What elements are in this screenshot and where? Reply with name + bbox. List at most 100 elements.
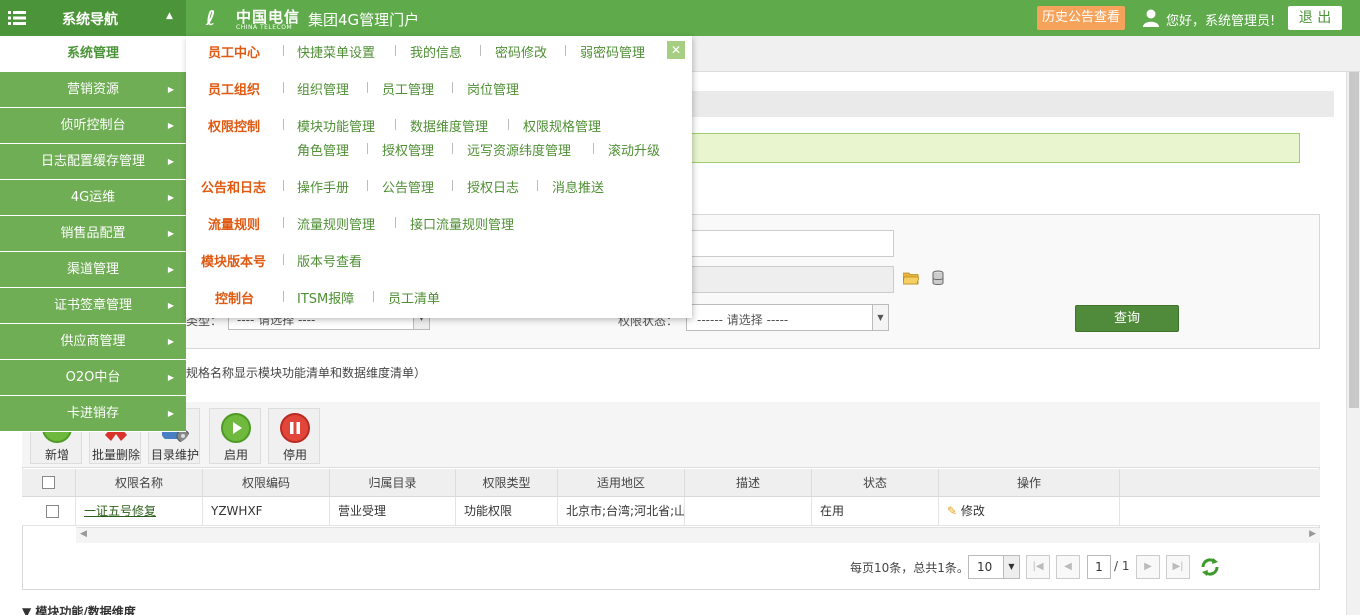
close-icon[interactable]: ✕ bbox=[667, 41, 685, 59]
separator bbox=[480, 45, 481, 56]
refresh-icon[interactable] bbox=[1199, 556, 1221, 578]
sidebar-item-channel[interactable]: 渠道管理 ▶ bbox=[0, 252, 186, 288]
sidebar-item-monitor[interactable]: 侦听控制台 ▶ bbox=[0, 108, 186, 144]
menu-link[interactable]: 版本号查看 bbox=[297, 251, 362, 270]
chevron-right-icon: ▶ bbox=[167, 121, 174, 130]
sidebar-item-log-config[interactable]: 日志配置缓存管理 ▶ bbox=[0, 144, 186, 180]
column-header[interactable]: 操作 bbox=[939, 469, 1120, 497]
sidebar-item-marketing[interactable]: 营销资源 ▶ bbox=[0, 72, 186, 108]
current-page-input[interactable]: 1 bbox=[1087, 555, 1111, 579]
menu-link[interactable]: 权限规格管理 bbox=[523, 116, 601, 135]
search-input[interactable] bbox=[686, 230, 894, 257]
separator bbox=[367, 180, 368, 191]
column-header[interactable]: 适用地区 bbox=[558, 469, 685, 497]
menu-link[interactable]: 授权日志 bbox=[467, 177, 519, 196]
menu-link[interactable]: 弱密码管理 bbox=[580, 42, 645, 61]
menu-link[interactable]: 授权管理 bbox=[382, 140, 434, 159]
scroll-right-icon[interactable]: ▶ bbox=[1309, 529, 1316, 539]
logout-button[interactable]: 退 出 bbox=[1288, 6, 1342, 30]
history-notice-button[interactable]: 历史公告查看 bbox=[1037, 6, 1125, 30]
sidebar-item-label: 4G运维 bbox=[70, 190, 116, 205]
first-page-icon: |◀ bbox=[1032, 561, 1044, 572]
dir-maintain-label: 目录维护 bbox=[150, 448, 199, 462]
database-icon[interactable] bbox=[930, 270, 946, 286]
query-button[interactable]: 查询 bbox=[1075, 305, 1179, 332]
menu-link[interactable]: ITSM报障 bbox=[297, 288, 354, 307]
status-select[interactable]: ------ 请选择 ----- ▼ bbox=[686, 304, 889, 331]
menu-link[interactable]: 流量规则管理 bbox=[297, 214, 375, 233]
separator bbox=[395, 119, 396, 130]
telecom-logo-icon: ℓ bbox=[206, 6, 216, 30]
batch-delete-label: 批量删除 bbox=[91, 448, 140, 462]
enable-button[interactable]: 启用 bbox=[209, 408, 261, 464]
chevron-right-icon: ▶ bbox=[167, 157, 174, 166]
separator bbox=[283, 217, 284, 228]
menu-link[interactable]: 角色管理 bbox=[297, 140, 349, 159]
region: 北京市;台湾;河北省;山 bbox=[558, 497, 685, 526]
hint-text: 规格名称显示模块功能清单和数据维度清单） bbox=[186, 366, 427, 380]
column-header[interactable]: 状态 bbox=[812, 469, 939, 497]
column-header[interactable]: 归属目录 bbox=[330, 469, 456, 497]
menu-link[interactable]: 密码修改 bbox=[495, 42, 547, 61]
menu-link[interactable]: 操作手册 bbox=[297, 177, 349, 196]
menu-link[interactable]: 我的信息 bbox=[410, 42, 462, 61]
nav-toggle-button[interactable]: 系统导航 ▲ bbox=[0, 0, 186, 36]
menu-link[interactable]: 滚动升级 bbox=[608, 140, 660, 159]
brand-logo: ℓ 中国电信 CHINA TELECOM bbox=[206, 4, 302, 32]
enable-label: 启用 bbox=[223, 448, 248, 462]
separator bbox=[283, 291, 284, 302]
sidebar-item-system[interactable]: 系统管理 bbox=[0, 36, 186, 72]
disable-button[interactable]: 停用 bbox=[268, 408, 320, 464]
chevron-right-icon: ▶ bbox=[167, 193, 174, 202]
portal-title: 集团4G管理门户 bbox=[308, 11, 420, 29]
menu-link[interactable]: 数据维度管理 bbox=[410, 116, 488, 135]
directory-input[interactable] bbox=[686, 266, 894, 293]
sidebar-item-product[interactable]: 销售品配置 ▶ bbox=[0, 216, 186, 252]
menu-link[interactable]: 远写资源纬度管理 bbox=[467, 140, 571, 159]
scrollbar-thumb[interactable] bbox=[1349, 72, 1359, 408]
menu-link[interactable]: 消息推送 bbox=[552, 177, 604, 196]
sidebar-item-card-inventory[interactable]: 卡进销存 ▶ bbox=[0, 396, 186, 432]
sidebar-item-o2o[interactable]: O2O中台 ▶ bbox=[0, 360, 186, 396]
menu-link[interactable]: 模块功能管理 bbox=[297, 116, 375, 135]
page-size-select[interactable]: 10 ▼ bbox=[968, 555, 1020, 579]
bottom-section-title[interactable]: ▼ 模块功能/数据维度 bbox=[22, 603, 136, 615]
last-page-button[interactable]: ▶| bbox=[1166, 555, 1190, 579]
menu-link[interactable]: 员工管理 bbox=[382, 79, 434, 98]
first-page-button[interactable]: |◀ bbox=[1026, 555, 1050, 579]
chevron-right-icon: ▶ bbox=[167, 337, 174, 346]
prev-page-button[interactable]: ◀ bbox=[1056, 555, 1080, 579]
menu-link[interactable]: 接口流量规则管理 bbox=[410, 214, 514, 233]
menu-link[interactable]: 公告管理 bbox=[382, 177, 434, 196]
menu-category: 流量规则 bbox=[208, 218, 261, 233]
menu-link[interactable]: 组织管理 bbox=[297, 79, 349, 98]
menu-link[interactable]: 快捷菜单设置 bbox=[297, 42, 375, 61]
menu-category: 权限控制 bbox=[208, 120, 261, 135]
chevron-down-icon: ▼ bbox=[1003, 556, 1019, 578]
page-size-value: 10 bbox=[977, 560, 993, 574]
scroll-left-icon[interactable]: ◀ bbox=[80, 529, 87, 539]
edit-action[interactable]: ✎ 修改 bbox=[939, 497, 1120, 526]
column-header[interactable]: 权限类型 bbox=[456, 469, 558, 497]
folder-icon[interactable] bbox=[903, 271, 919, 285]
column-header[interactable]: 权限名称 bbox=[76, 469, 203, 497]
menu-link[interactable]: 员工清单 bbox=[388, 288, 440, 307]
edit-label: 修改 bbox=[960, 504, 985, 518]
horizontal-scrollbar[interactable]: ◀ ▶ bbox=[76, 527, 1320, 543]
sidebar-item-supplier[interactable]: 供应商管理 ▶ bbox=[0, 324, 186, 360]
column-header[interactable]: 权限编码 bbox=[203, 469, 330, 497]
permission-name-link[interactable]: 一证五号修复 bbox=[76, 497, 203, 526]
separator bbox=[367, 82, 368, 93]
select-all-checkbox[interactable] bbox=[42, 476, 55, 489]
vertical-scrollbar[interactable] bbox=[1346, 72, 1360, 615]
chevron-right-icon: ▶ bbox=[167, 85, 174, 94]
menu-link[interactable]: 岗位管理 bbox=[467, 79, 519, 98]
sidebar-item-label: 系统管理 bbox=[66, 46, 119, 61]
next-page-button[interactable]: ▶ bbox=[1136, 555, 1160, 579]
sidebar-item-certificate[interactable]: 证书签章管理 ▶ bbox=[0, 288, 186, 324]
sidebar-item-4g-ops[interactable]: 4G运维 ▶ bbox=[0, 180, 186, 216]
table-row[interactable]: 一证五号修复 YZWHXF 营业受理 功能权限 北京市;台湾;河北省;山 在用 … bbox=[22, 497, 1320, 526]
column-header[interactable]: 描述 bbox=[685, 469, 812, 497]
total-pages: / 1 bbox=[1114, 559, 1130, 573]
row-checkbox[interactable] bbox=[46, 505, 59, 518]
